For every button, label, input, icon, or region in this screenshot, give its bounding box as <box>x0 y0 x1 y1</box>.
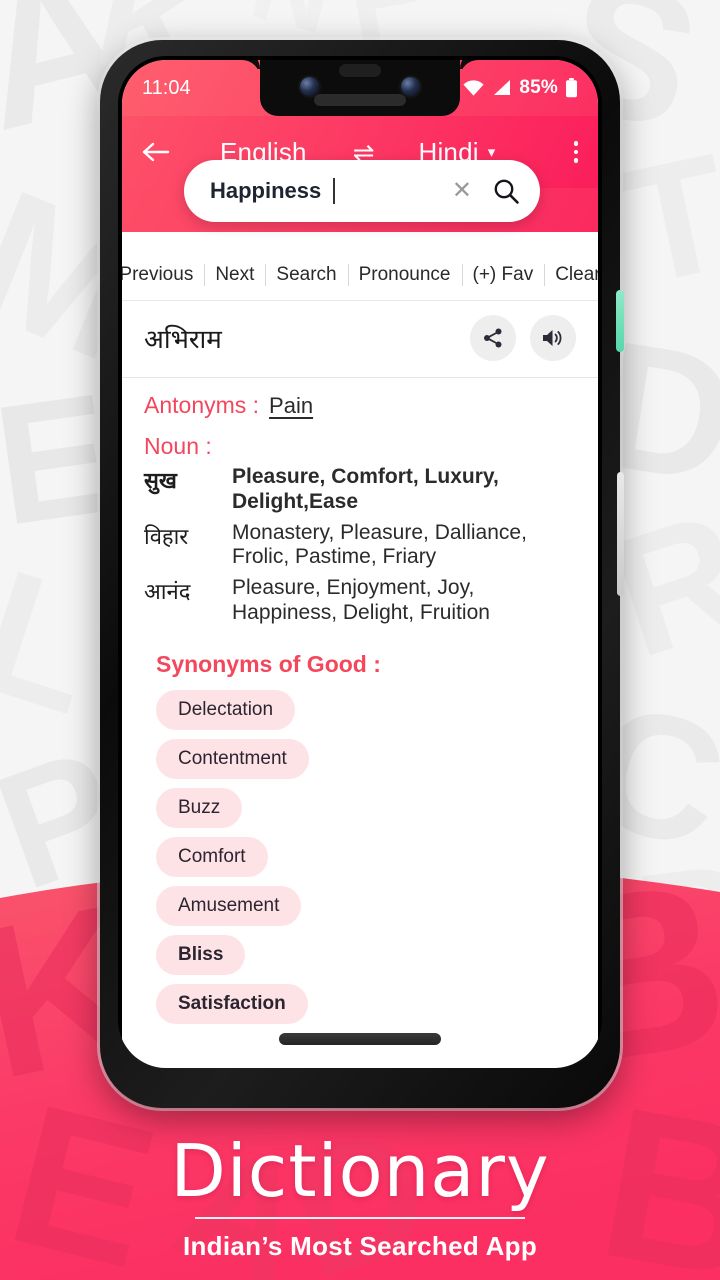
synonym-chip[interactable]: Amusement <box>156 885 302 926</box>
search-input[interactable]: Happiness <box>210 178 321 204</box>
back-arrow-icon[interactable] <box>142 141 176 163</box>
noun-entry: सुख Pleasure, Comfort, Luxury, Delight,Ea… <box>144 462 576 518</box>
synonym-chip-list: Delectation Contentment Buzz Comfort Amuseme… <box>144 689 576 1024</box>
phone-bezel: 11:04 85% English ⇌ Hindi ▾ Happiness ✕ … <box>118 56 602 1068</box>
noun-section-label: Noun : <box>144 433 212 459</box>
noun-entry-hindi: विहार <box>144 524 189 550</box>
noun-entry-english: Pleasure, Comfort, Luxury, Delight,Ease <box>232 465 499 513</box>
synonym-chip[interactable]: Satisfaction <box>156 983 308 1024</box>
wifi-icon <box>463 80 484 96</box>
phone-device-frame: 11:04 85% English ⇌ Hindi ▾ Happiness ✕ … <box>100 40 624 1108</box>
headword-text: अभिराम <box>144 325 222 355</box>
synonym-chip[interactable]: Buzz <box>156 787 243 828</box>
noun-entry-hindi: सुख <box>144 469 177 494</box>
bottom-speaker-grille <box>279 1033 441 1045</box>
signal-icon <box>494 80 511 95</box>
noun-entry-english: Monastery, Pleasure, Dalliance, Frolic, … <box>232 520 527 569</box>
brand-subtitle: Indian’s Most Searched App <box>182 1231 538 1261</box>
headword-actions <box>470 315 576 361</box>
antonym-link[interactable]: Pain <box>269 393 313 419</box>
action-add-favorite[interactable]: (+) Fav <box>462 264 545 286</box>
synonym-chip[interactable]: Delectation <box>156 689 296 730</box>
earpiece-speaker <box>314 94 406 106</box>
synonyms-title: Synonyms of Good : <box>156 650 381 677</box>
speaker-icon[interactable] <box>530 315 576 361</box>
noun-entry-list: सुख Pleasure, Comfort, Luxury, Delight,Ea… <box>144 462 576 629</box>
display-notch <box>260 60 460 116</box>
volume-rocker-button[interactable] <box>617 472 624 596</box>
text-caret <box>333 178 336 204</box>
noun-entry: आनंद Pleasure, Enjoyment, Joy, Happiness,… <box>144 573 576 629</box>
action-toolbar: Previous Next Search Pronounce (+) Fav Clear <box>122 250 598 300</box>
search-input-container[interactable]: Happiness ✕ <box>184 160 540 222</box>
battery-percentage: 85% <box>519 77 558 98</box>
headword-row: अभिराम <box>122 301 598 377</box>
action-next[interactable]: Next <box>204 264 265 286</box>
action-clear[interactable]: Clear <box>544 264 598 286</box>
status-bar: 11:04 85% <box>122 60 598 116</box>
status-icons: 85% <box>462 77 578 99</box>
noun-entry-english: Pleasure, Enjoyment, Joy, Happiness, Del… <box>232 576 490 624</box>
battery-icon <box>566 78 577 98</box>
search-icon[interactable] <box>492 177 520 205</box>
chevron-down-icon: ▾ <box>487 144 496 161</box>
status-time: 11:04 <box>142 76 191 99</box>
action-pronounce[interactable]: Pronounce <box>348 264 462 286</box>
synonym-chip[interactable]: Bliss <box>156 934 246 975</box>
front-camera-left <box>300 77 319 96</box>
brand-title: Dictionary <box>170 1129 550 1213</box>
action-search[interactable]: Search <box>265 264 347 286</box>
noun-entry: विहार Monastery, Pleasure, Dalliance, Fro… <box>144 518 576 574</box>
branding-block: Dictionary Indian’s Most Searched App <box>0 1135 720 1262</box>
phone-screen: 11:04 85% English ⇌ Hindi ▾ Happiness ✕ … <box>122 60 598 1068</box>
synonym-chip[interactable]: Contentment <box>156 738 309 779</box>
search-bar-region: Happiness ✕ <box>122 160 598 232</box>
share-icon[interactable] <box>470 315 516 361</box>
action-previous[interactable]: Previous <box>122 264 204 286</box>
proximity-sensor <box>339 64 381 77</box>
front-camera-right <box>401 77 420 96</box>
brand-divider-rule <box>195 1217 525 1219</box>
clear-input-icon[interactable]: ✕ <box>452 179 472 203</box>
overflow-menu-icon[interactable] <box>573 141 578 163</box>
antonyms-row: Antonyms : Pain <box>144 378 576 423</box>
antonyms-label: Antonyms : <box>144 392 260 418</box>
power-button[interactable] <box>616 290 624 352</box>
noun-entry-hindi: आनंद <box>144 580 191 606</box>
synonym-chip[interactable]: Comfort <box>156 836 268 877</box>
definition-content: Antonyms : Pain Noun : सुख Pleasure, Comf… <box>122 378 598 1024</box>
